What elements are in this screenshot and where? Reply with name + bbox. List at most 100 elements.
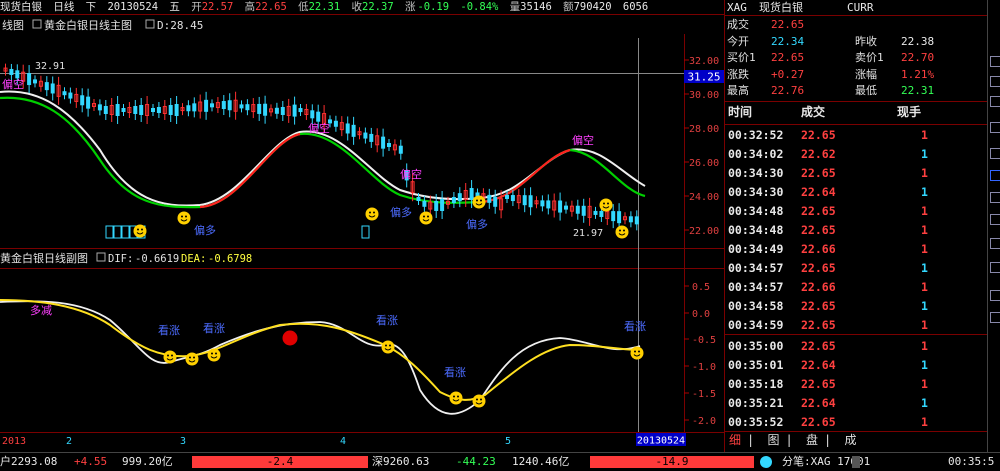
tool-icon-2[interactable] (990, 76, 1000, 87)
tab-detail[interactable]: 细 (729, 433, 741, 447)
main-signal-annotation: 偏空 (572, 133, 594, 147)
trade-volume: 1 (921, 339, 928, 353)
main-signal-annotation: 偏多 (390, 205, 412, 219)
tool-icon-7[interactable] (990, 192, 1000, 203)
high-price-marker: 32.91 (35, 61, 65, 72)
main-chart-d-toggle-icon[interactable] (145, 19, 155, 29)
connection-status-icon (760, 456, 772, 468)
trade-row: 00:34:49 22.66 1 (725, 240, 987, 259)
main-chart-d-value: D:28.45 (157, 19, 203, 32)
main-chart-left-label: 线图 (2, 18, 24, 32)
tool-icon-4[interactable] (990, 122, 1000, 133)
main-price-plot: 偏空偏空偏空偏多偏多偏多偏空 (0, 63, 646, 239)
trade-volume: 1 (921, 223, 928, 237)
trade-time: 00:34:48 (728, 223, 784, 237)
quote-value-2: 1.21% (901, 67, 935, 81)
trade-row: 00:34:57 22.66 1 (725, 278, 987, 297)
tool-icon-10[interactable] (990, 262, 1000, 273)
trade-volume: 1 (921, 318, 928, 332)
scroll-handle-icon[interactable] (852, 456, 860, 468)
sub-y-tick: 0.5 (692, 282, 710, 293)
trade-volume: 1 (921, 358, 928, 372)
main-y-tick: 32.00 (689, 56, 719, 67)
main-chart-toggle-icon[interactable] (32, 19, 42, 29)
sub-y-tick: 0.0 (692, 309, 710, 320)
sub-signal-annotation: 看涨 (158, 323, 180, 337)
chart-area[interactable]: 线图 黄金白银日线主图 D:28.45 偏空偏空偏空偏多偏多偏多偏空 32.00… (0, 0, 724, 452)
tool-icon-6[interactable] (990, 170, 1000, 181)
sub-signal-annotation: 看涨 (624, 319, 646, 333)
main-signal-annotation: 偏空 (400, 167, 422, 181)
trade-row: 00:34:57 22.65 1 (725, 259, 987, 278)
index1-strength-value: -2.4 (266, 455, 294, 468)
trades-header-price: 成交 (801, 105, 826, 119)
trades-header: 时间 成交 现手 (725, 104, 987, 120)
tool-icon-12[interactable] (990, 312, 1000, 323)
index2-value: 深9260.63 (372, 455, 430, 468)
trade-time: 00:32:52 (728, 128, 784, 142)
quote-market: CURR (847, 1, 874, 14)
sub-y-tick: -1.0 (692, 362, 716, 373)
trade-price: 22.65 (801, 204, 836, 218)
main-signal-annotation: 偏多 (466, 217, 488, 231)
tab-chart[interactable]: 图 (767, 433, 779, 447)
macd-sub-plot: 多减看涨 看涨看涨看涨看涨 (0, 299, 646, 415)
quote-label: 涨跌 (727, 67, 749, 81)
trade-price: 22.65 (801, 415, 836, 429)
trade-time: 00:35:21 (728, 396, 784, 410)
trade-price: 22.65 (801, 299, 836, 313)
tab-sep-2: | (785, 433, 793, 447)
tool-icon-3[interactable] (990, 96, 1000, 107)
tool-icon-8[interactable] (990, 214, 1000, 225)
main-signal-annotation: 偏空 (2, 77, 24, 91)
x-axis-label-3: 4 (340, 436, 346, 447)
sub-signal-annotation: 看涨 (203, 321, 225, 335)
trade-time: 00:35:01 (728, 358, 784, 372)
tab-trades[interactable]: 成 (844, 433, 856, 447)
trade-price: 22.65 (801, 318, 836, 332)
clock-text: 00:35:5 (948, 455, 995, 468)
index1-amount: 999.20亿 (122, 455, 173, 468)
tool-icon-9[interactable] (990, 238, 1000, 249)
cursor-date-text: 20130524 (637, 436, 685, 447)
trades-header-time: 时间 (728, 105, 753, 119)
main-y-tick: 24.00 (689, 192, 719, 203)
quote-row: 成交 22.65 (725, 17, 987, 33)
tab-book[interactable]: 盘 (806, 433, 818, 447)
main-chart-title: 黄金白银日线主图 (44, 18, 132, 32)
tool-icon-1[interactable] (990, 56, 1000, 67)
trade-row: 00:34:30 22.64 1 (725, 183, 987, 202)
index1-value: 户2293.08 (0, 455, 58, 468)
quote-label: 买价1 (727, 51, 756, 64)
trade-time: 00:34:59 (728, 318, 784, 332)
trade-time: 00:34:02 (728, 147, 784, 161)
trade-row: 00:32:52 22.65 1 (725, 126, 987, 145)
main-y-tick: 30.00 (689, 90, 719, 101)
trade-volume: 1 (921, 185, 928, 199)
trade-volume: 1 (921, 396, 928, 410)
sub-chart-toggle-icon[interactable] (96, 252, 106, 262)
main-y-tick: 22.00 (689, 226, 719, 237)
dea-label: DEA: (181, 253, 206, 265)
tool-icon-11[interactable] (990, 290, 1000, 301)
quote-label-2: 卖价1 (855, 51, 884, 64)
trade-price: 22.64 (801, 358, 836, 372)
trade-volume: 1 (921, 261, 928, 275)
main-y-tick: 28.00 (689, 124, 719, 135)
quote-row: 涨跌 +0.27 涨幅 1.21% (725, 67, 987, 83)
quote-label: 最高 (727, 84, 749, 97)
tab-sep-3: | (823, 433, 832, 447)
quote-value-2: 22.31 (901, 84, 935, 97)
tool-icon-5[interactable] (990, 148, 1000, 159)
trade-price: 22.66 (801, 280, 836, 294)
trade-time: 00:35:00 (728, 339, 784, 353)
index1-change: +4.55 (74, 455, 108, 468)
low-price-marker: 21.97 (573, 228, 603, 239)
trade-time: 00:34:57 (728, 280, 784, 294)
quote-value-2: 22.70 (901, 51, 935, 64)
sub-signal-annotation: 看涨 (376, 313, 398, 327)
quote-label-2: 涨幅 (855, 67, 877, 81)
quote-value: 22.76 (771, 84, 805, 97)
trade-volume: 1 (921, 147, 928, 161)
trade-time: 00:34:49 (728, 242, 784, 256)
